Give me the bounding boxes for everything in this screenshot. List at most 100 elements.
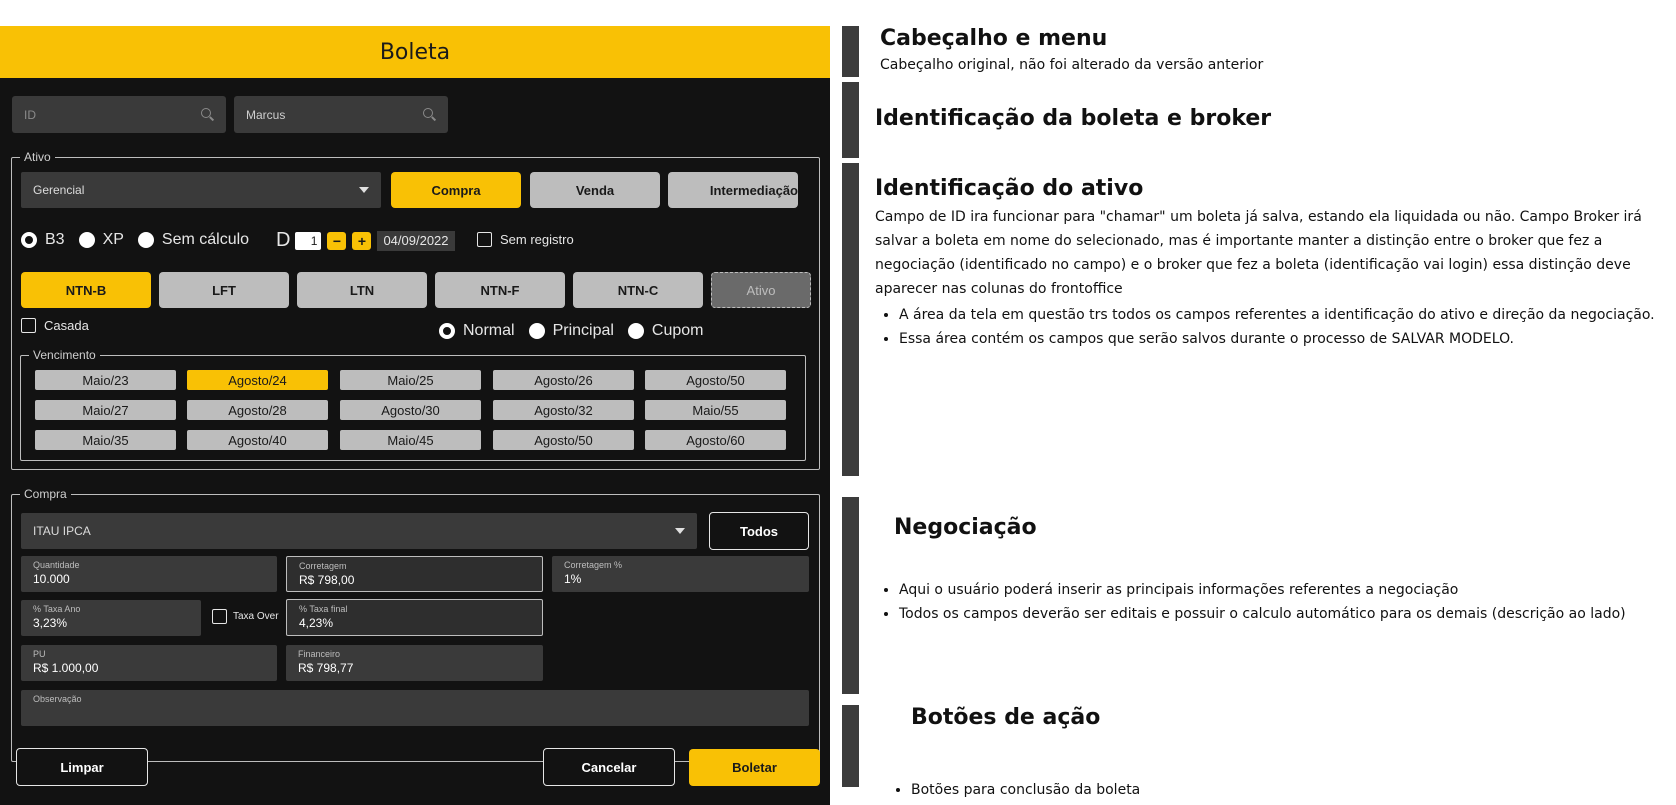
casada-checkbox[interactable]: Casada (21, 318, 89, 333)
observacao-field[interactable]: Observação (21, 690, 809, 726)
vencimento-option[interactable]: Agosto/50 (645, 370, 786, 390)
radio-icon (439, 323, 455, 339)
field-value: 10.000 (33, 572, 70, 586)
financeiro-field[interactable]: Financeiro R$ 798,77 (286, 645, 543, 681)
radio-label: Cupom (651, 322, 704, 339)
venda-button[interactable]: Venda (530, 172, 660, 208)
chevron-down-icon (675, 528, 685, 534)
field-value: 3,23% (33, 616, 68, 630)
cancelar-button[interactable]: Cancelar (543, 748, 675, 786)
radio-normal[interactable]: Normal (439, 322, 515, 340)
vencimento-option[interactable]: Agosto/40 (187, 430, 328, 450)
field-label: % Taxa final (299, 604, 348, 614)
sem-registro-checkbox[interactable]: Sem registro (477, 232, 574, 247)
note-text: Campo de ID ira funcionar para "chamar" … (875, 209, 1642, 297)
field-label: Quantidade (33, 560, 80, 570)
vencimento-option[interactable]: Maio/25 (340, 370, 481, 390)
field-label: Financeiro (298, 649, 341, 659)
minus-button[interactable]: − (327, 231, 347, 250)
radio-label: XP (102, 231, 124, 248)
search-icon[interactable] (201, 108, 214, 121)
field-value: R$ 798,77 (298, 661, 354, 675)
corretagem-field[interactable]: Corretagem R$ 798,00 (286, 556, 543, 592)
radio-xp[interactable]: XP (78, 231, 124, 249)
limpar-button[interactable]: Limpar (16, 748, 148, 786)
vencimento-legend: Vencimento (33, 348, 96, 362)
conta-select[interactable]: ITAU IPCA (21, 513, 697, 549)
note-identificacao-ativo: Identificação do ativo Campo de ID ira f… (875, 176, 1671, 351)
ntnc-button[interactable]: NTN-C (573, 272, 703, 308)
quantidade-field[interactable]: Quantidade 10.000 (21, 556, 277, 592)
checkbox-icon (212, 609, 227, 624)
pu-field[interactable]: PU R$ 1.000,00 (21, 645, 277, 681)
vencimento-option[interactable]: Agosto/32 (493, 400, 634, 420)
ltn-button[interactable]: LTN (297, 272, 427, 308)
calc-radio-group: B3 XP Sem cálculo (21, 231, 263, 249)
section-marker-cabecalho (842, 26, 859, 77)
vencimento-option[interactable]: Agosto/50 (493, 430, 634, 450)
ntnb-button[interactable]: NTN-B (21, 272, 151, 308)
date-field[interactable]: 04/09/2022 (377, 230, 455, 251)
broker-search-value: Marcus (246, 107, 286, 122)
boletar-button[interactable]: Boletar (689, 749, 820, 786)
d-value-input[interactable]: 1 (295, 231, 322, 250)
note-bullet: Botões para conclusão da boleta (911, 778, 1657, 802)
radio-label: B3 (45, 231, 65, 248)
field-value: R$ 1.000,00 (33, 661, 99, 675)
radio-label: Principal (552, 322, 614, 339)
radio-principal[interactable]: Principal (528, 322, 614, 340)
radio-icon (78, 232, 95, 248)
radio-b3[interactable]: B3 (21, 231, 65, 249)
note-botoes: Botões para conclusão da boleta (887, 778, 1657, 802)
taxa-final-field[interactable]: % Taxa final 4,23% (286, 599, 543, 636)
d-label: D (276, 229, 291, 251)
search-icon[interactable] (423, 108, 436, 121)
field-label: Observação (33, 694, 82, 704)
vencimento-option[interactable]: Maio/23 (35, 370, 176, 390)
tipo-select[interactable]: Gerencial (21, 172, 381, 208)
corretagem-pct-field[interactable]: Corretagem % 1% (552, 556, 809, 592)
note-title: Identificação do ativo (875, 176, 1144, 201)
vencimento-option-selected[interactable]: Agosto/24 (187, 370, 328, 390)
radio-cupom[interactable]: Cupom (627, 322, 704, 340)
vencimento-option[interactable]: Maio/45 (340, 430, 481, 450)
vencimento-option[interactable]: Agosto/28 (187, 400, 328, 420)
field-value: 4,23% (299, 616, 334, 630)
vencimento-option[interactable]: Maio/35 (35, 430, 176, 450)
radio-sem-calculo[interactable]: Sem cálculo (137, 231, 249, 249)
form-header: Boleta (0, 26, 830, 78)
compra-legend: Compra (24, 487, 67, 501)
field-label: % Taxa Ano (33, 604, 81, 614)
boleta-form: Boleta ID Marcus Ativo Gerencial Compra … (0, 26, 830, 805)
broker-search-field[interactable]: Marcus (234, 96, 448, 133)
ntnf-button[interactable]: NTN-F (435, 272, 565, 308)
conta-select-value: ITAU IPCA (33, 524, 91, 538)
note-bullets: Aqui o usuário poderá inserir as princip… (875, 578, 1665, 626)
vencimento-option[interactable]: Agosto/30 (340, 400, 481, 420)
taxa-over-checkbox[interactable]: Taxa Over (212, 609, 279, 624)
vencimento-option[interactable]: Maio/27 (35, 400, 176, 420)
note-negociacao-title-block: Negociação (894, 515, 1664, 540)
vencimento-option[interactable]: Maio/55 (645, 400, 786, 420)
taxa-ano-field[interactable]: % Taxa Ano 3,23% (21, 600, 201, 636)
plus-button[interactable]: + (352, 231, 372, 250)
vencimento-option[interactable]: Agosto/60 (645, 430, 786, 450)
note-title: Negociação (894, 515, 1037, 540)
vencimento-option[interactable]: Agosto/26 (493, 370, 634, 390)
todos-button[interactable]: Todos (709, 512, 809, 550)
note-negociacao: Aqui o usuário poderá inserir as princip… (875, 578, 1665, 626)
section-marker-botoes (842, 705, 859, 787)
compra-button[interactable]: Compra (391, 172, 521, 208)
ativo-legend: Ativo (24, 150, 51, 164)
intermediacao-button[interactable]: Intermediação (668, 172, 798, 208)
settlement-d-group: D 1 − + 04/09/2022 (276, 229, 455, 252)
ativo-button[interactable]: Ativo (711, 272, 811, 308)
radio-label: Normal (463, 322, 515, 339)
note-title: Cabeçalho e menu (880, 26, 1108, 51)
note-identificacao-boleta: Identificação da boleta e broker (875, 106, 1655, 131)
lft-button[interactable]: LFT (159, 272, 289, 308)
radio-icon (21, 232, 37, 248)
note-cabecalho: Cabeçalho e menu Cabeçalho original, não… (880, 26, 1660, 77)
id-search-field[interactable]: ID (12, 96, 226, 133)
note-bullets: Botões para conclusão da boleta (887, 778, 1657, 802)
